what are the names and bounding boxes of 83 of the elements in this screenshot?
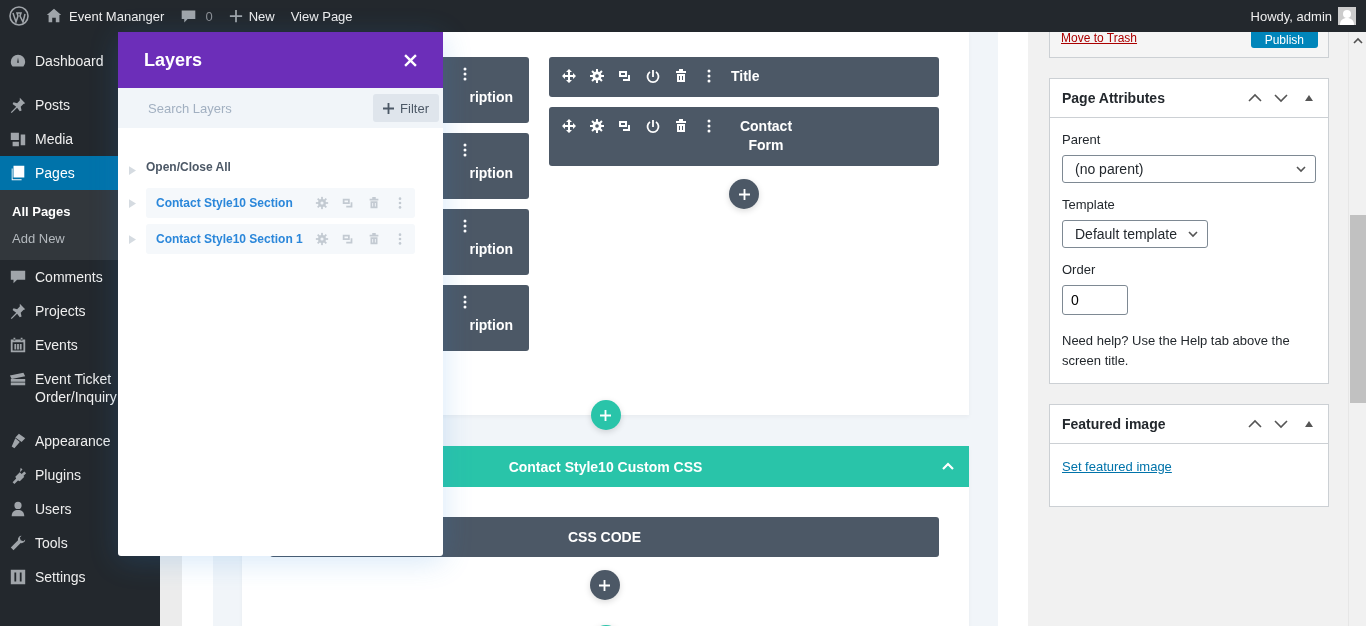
module-title: ription [469, 165, 513, 181]
layer-name: Contact Style10 Section 1 [156, 232, 303, 246]
help-text: Need help? Use the Help tab above the screen title. [1062, 332, 1291, 370]
plus-icon [600, 409, 611, 421]
chevron-down-icon[interactable] [1274, 417, 1288, 431]
power-icon[interactable] [645, 118, 661, 134]
sidebar-item[interactable]: Users [0, 492, 160, 526]
module-title: Contact Form [738, 117, 794, 155]
move-icon[interactable] [561, 68, 577, 84]
sidebar-item[interactable]: Settings [0, 560, 160, 594]
filter-button[interactable]: Filter [373, 94, 439, 122]
sidebar-item[interactable]: Media [0, 122, 160, 156]
parent-select[interactable]: (no parent) [1062, 155, 1316, 183]
site-name-link[interactable]: Event Mananger [45, 7, 165, 25]
move-to-trash-link[interactable]: Move to Trash [1061, 32, 1138, 44]
avatar-icon [1338, 7, 1356, 25]
plus-icon [228, 9, 243, 23]
module-title: ription [469, 89, 513, 105]
sidebar-item[interactable]: Event Ticket Order/Inquiry [0, 362, 160, 414]
module-title: CSS CODE [567, 529, 642, 545]
section-title: Contact Style10 Custom CSS [508, 458, 703, 475]
user-icon [9, 500, 27, 518]
field-label: Parent [1062, 132, 1101, 147]
add-button[interactable] [589, 570, 620, 600]
camera-icon [9, 130, 27, 148]
wrench-icon [9, 534, 27, 552]
metabox-title: Featured image [1062, 416, 1167, 432]
field-label: Order [1062, 262, 1096, 277]
module-block[interactable]: Contact Form [549, 107, 939, 166]
plus-icon [599, 579, 610, 591]
sidebar-item[interactable]: Projects [0, 294, 160, 328]
triangle-up-icon[interactable] [1304, 93, 1314, 103]
module-title: ription [469, 317, 513, 333]
chevron-down-icon [1186, 228, 1199, 240]
duplicate-icon[interactable] [617, 118, 633, 134]
field-label: Template [1062, 197, 1115, 212]
add-button[interactable] [729, 179, 759, 209]
pushpin-icon [9, 96, 27, 114]
set-featured-image-link[interactable]: Set featured image [1062, 459, 1172, 474]
trash-icon[interactable] [673, 68, 689, 84]
ticket-icon [9, 370, 27, 388]
close-button[interactable] [404, 53, 417, 67]
wordpress-logo-icon[interactable] [9, 6, 29, 26]
duplicate-icon[interactable] [617, 68, 633, 84]
move-icon[interactable] [561, 118, 577, 134]
search-field[interactable]: Search Layers [146, 99, 330, 117]
metabox-title: Page Attributes [1062, 90, 1166, 106]
panel-title: Layers [144, 49, 203, 71]
view-page-link[interactable]: View Page [290, 8, 353, 24]
plus-icon [383, 102, 395, 114]
template-select[interactable]: Default template [1062, 220, 1208, 248]
brush-icon [9, 432, 27, 450]
comments-link[interactable]: 0 [180, 7, 213, 25]
layer-name: Contact Style10 Section [156, 196, 293, 210]
sidebar-item[interactable]: Tools [0, 526, 160, 560]
sliders-icon [9, 568, 27, 586]
triangle-up-icon[interactable] [1304, 419, 1314, 429]
order-input[interactable]: 0 [1062, 285, 1128, 315]
settings-icon[interactable] [589, 118, 605, 134]
pages-icon [9, 164, 27, 182]
publish-button[interactable]: Publish [1250, 32, 1318, 48]
pushpin-icon [9, 302, 27, 320]
sidebar-item[interactable]: Events [0, 328, 160, 362]
new-link[interactable]: New [228, 8, 275, 24]
scroll-up-icon[interactable] [1352, 36, 1363, 46]
plus-icon [738, 188, 750, 200]
chevron-down-icon[interactable] [1274, 91, 1288, 105]
close-icon [404, 53, 417, 67]
chevron-down-icon [1295, 163, 1307, 175]
home-icon [45, 7, 63, 25]
sidebar-item[interactable]: Comments [0, 260, 160, 294]
module-title: ription [469, 241, 513, 257]
calendar-icon [9, 336, 27, 354]
scrollbar[interactable] [1348, 32, 1366, 626]
sidebar-item[interactable]: Appearance [0, 424, 160, 458]
account-menu[interactable]: Howdy, admin [1250, 7, 1356, 25]
trash-icon[interactable] [673, 118, 689, 134]
settings-icon[interactable] [589, 68, 605, 84]
power-icon[interactable] [645, 68, 661, 84]
module-title: Title [731, 67, 760, 86]
module-block[interactable]: Title [549, 57, 939, 97]
scrollbar-thumb[interactable] [1349, 215, 1366, 403]
sidebar-item[interactable]: Plugins [0, 458, 160, 492]
